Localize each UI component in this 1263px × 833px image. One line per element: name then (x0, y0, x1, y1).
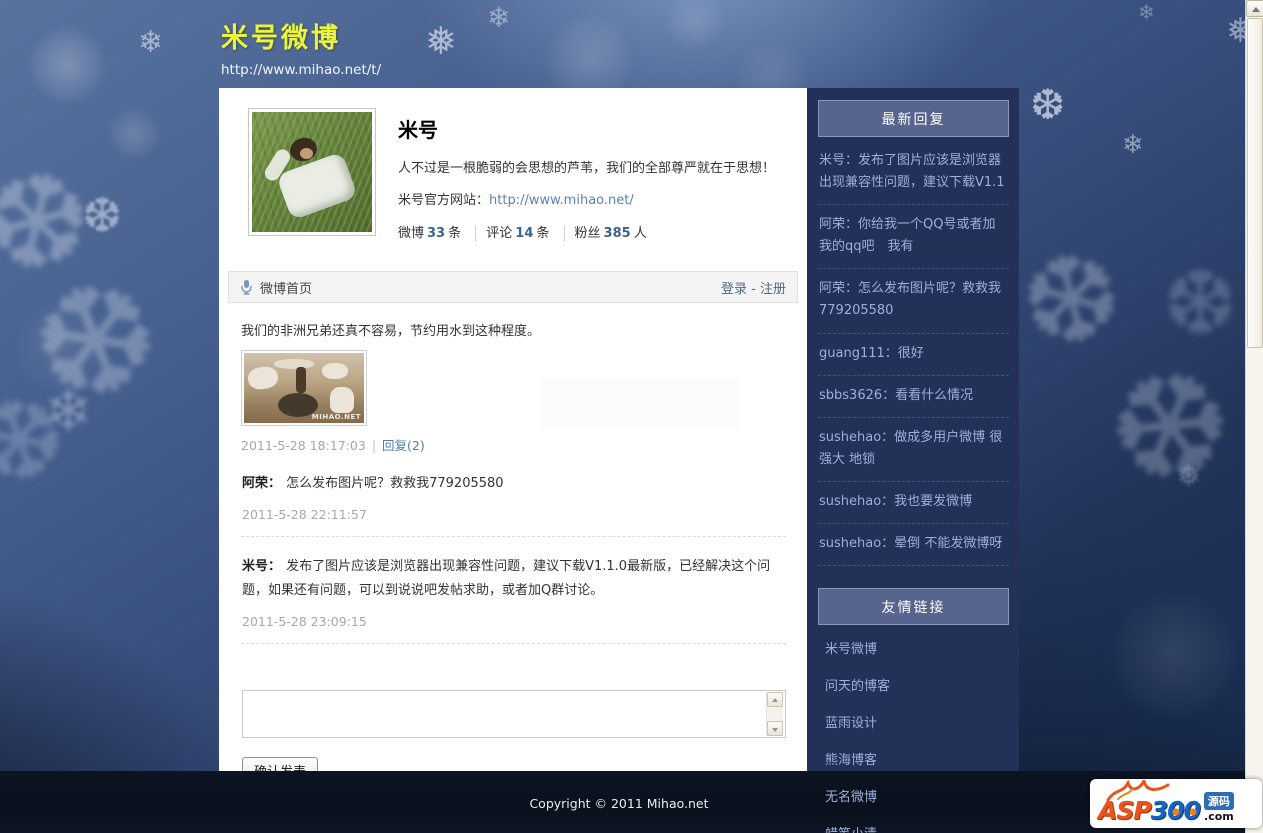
comment-author: 米号： (242, 558, 282, 574)
footer: Copyright © 2011 Mihao.net (0, 771, 1263, 833)
reply-link[interactable]: 回复(2) (382, 438, 425, 453)
main-panel: 米号 人不过是一根脆弱的会思想的芦苇，我们的全部尊严就在于思想！ 米号官方网站：… (219, 88, 807, 771)
thumb-detail (246, 365, 280, 392)
friend-links-header: 友情链接 (818, 588, 1009, 626)
friend-link[interactable]: 无名微博 (818, 777, 1009, 814)
asp300-dotcom: .com (1204, 810, 1234, 823)
friend-link[interactable]: 蓝雨设计 (818, 703, 1009, 740)
reply-item[interactable]: guang111：很好 (818, 334, 1009, 376)
stat-item: 粉丝 385 人 (563, 226, 657, 241)
register-link[interactable]: 注册 (760, 282, 786, 297)
stat-value: 14 (515, 226, 534, 241)
scrollbar-thumb[interactable] (1247, 18, 1263, 348)
comment-input[interactable] (242, 690, 786, 739)
latest-replies-list: 米号：发布了图片应该是浏览器出现兼容性问题，建议下载V1.1 阿荣：你给我一个Q… (818, 141, 1009, 567)
post-meta: 2011-5-28 18:17:03 | 回复(2) (241, 438, 425, 454)
friend-link[interactable]: 熊海博客 (818, 740, 1009, 777)
site-label: 米号官方网站： (398, 193, 490, 208)
avatar (248, 108, 376, 236)
profile-site-line: 米号官方网站：http://www.mihao.net/ (398, 189, 775, 208)
thumb-detail (296, 367, 306, 394)
post-thumbnail[interactable]: MIHAO.NET (241, 350, 367, 427)
comment-item: 米号： 发布了图片应该是浏览器出现兼容性问题，建议下载V1.1.0最新版，已经解… (241, 537, 786, 645)
profile-card: 米号 人不过是一根脆弱的会思想的芦苇，我们的全部尊严就在于思想！ 米号官方网站：… (219, 88, 807, 271)
stat-value: 385 (603, 226, 631, 241)
snowflake-icon (1138, 2, 1155, 22)
reply-item[interactable]: 阿荣：怎么发布图片呢？救救我779205580 (818, 269, 1009, 334)
friend-link[interactable]: 问天的博客 (818, 666, 1009, 703)
profile-name: 米号 (398, 118, 438, 142)
stat-item: 微博 33 条 (398, 226, 462, 241)
weibo-toolbar: 微博首页 登录 - 注册 (228, 271, 798, 303)
profile-stats: 微博 33 条 评论 14 条 粉丝 385 人 (398, 222, 775, 241)
auth-separator: - (751, 281, 756, 297)
snowflake-icon (138, 28, 163, 58)
submit-comment-button[interactable]: 确认发表 (242, 757, 319, 771)
login-link[interactable]: 登录 (721, 282, 747, 297)
snowflake-icon (1122, 132, 1144, 158)
friend-link[interactable]: 米号微博 (818, 629, 1009, 666)
comment-author: 阿荣： (242, 476, 282, 492)
site-header: 米号微博 http://www.mihao.net/t/ (219, 0, 1019, 88)
friend-links-list: 米号微博 问天的博客 蓝雨设计 熊海博客 无名微博 蜡笔小清 (818, 629, 1009, 833)
weibo-home-link[interactable]: 微博首页 (260, 278, 312, 297)
post-thumbnail-image: MIHAO.NET (244, 353, 364, 424)
reply-item[interactable]: sushehao：我也要发微博 (818, 482, 1009, 525)
comment-composer: 确认发表 (241, 644, 786, 771)
reply-item[interactable]: sushehao：晕倒 不能发微博呀 (818, 524, 1009, 567)
latest-replies-header: 最新回复 (818, 100, 1009, 137)
image-watermark: MIHAO.NET (311, 413, 361, 422)
thumb-detail (322, 363, 348, 380)
reply-item[interactable]: 阿荣：你给我一个QQ号或者加我的qq吧 我有 (818, 205, 1009, 270)
feed: 我们的非洲兄弟还真不容易，节约用水到这种程度。 MIHAO.NET 2011-5… (219, 303, 807, 771)
site-title: 米号微博 (221, 23, 341, 54)
bokeh-circle (1110, 590, 1240, 720)
browser-scrollbar[interactable] (1245, 0, 1263, 833)
stat-value: 33 (427, 226, 446, 241)
comment-text: 发布了图片应该是浏览器出现兼容性问题，建议下载V1.1.0最新版，已经解决这个问… (242, 558, 771, 599)
microphone-icon (241, 279, 252, 295)
asp300-watermark: ASP300 源码 .com (1090, 779, 1262, 828)
friend-link[interactable]: 蜡笔小清 (818, 814, 1009, 833)
avatar-image (252, 112, 372, 232)
scrollbar-up-icon[interactable] (1246, 0, 1263, 17)
post-text: 我们的非洲兄弟还真不容易，节约用水到这种程度。 (241, 324, 541, 339)
avatar-detail (300, 148, 313, 159)
sidebar: 最新回复 米号：发布了图片应该是浏览器出现兼容性问题，建议下载V1.1 阿荣：你… (807, 88, 1019, 833)
comment-text: 怎么发布图片呢？救救我779205580 (286, 476, 504, 492)
copyright-text: Copyright © 2011 Mihao.net (529, 796, 709, 811)
comment-item: 阿荣： 怎么发布图片呢？救救我779205580 2011-5-28 22:11… (241, 454, 786, 537)
reply-item[interactable]: sbbs3626：看看什么情况 (818, 376, 1009, 418)
comment-time: 2011-5-28 22:11:57 (242, 506, 367, 522)
textarea-scrollbar[interactable] (766, 692, 783, 737)
stat-item: 评论 14 条 (475, 226, 560, 241)
watermark-ghost (540, 378, 740, 428)
site-url: http://www.mihao.net/t/ (221, 62, 382, 78)
reply-item[interactable]: sushehao：做成多用户微博 很强大 地锁 (818, 418, 1009, 482)
scroll-down-icon[interactable] (767, 721, 783, 737)
page-wrapper: 米号微博 http://www.mihao.net/t/ 米号 人不过是一根脆弱… (219, 0, 1019, 833)
bokeh-circle (108, 108, 160, 160)
scroll-up-icon[interactable] (767, 692, 783, 708)
bokeh-circle (28, 26, 106, 104)
frost-branch (1009, 232, 1136, 373)
comment-list: 阿荣： 怎么发布图片呢？救救我779205580 2011-5-28 22:11… (241, 454, 786, 645)
snowflake-icon (1030, 84, 1065, 126)
official-site-link[interactable]: http://www.mihao.net/ (489, 193, 634, 208)
auth-links: 登录 - 注册 (721, 278, 786, 297)
comment-time: 2011-5-28 23:09:15 (242, 614, 367, 630)
reply-item[interactable]: 米号：发布了图片应该是浏览器出现兼容性问题，建议下载V1.1 (818, 141, 1009, 206)
profile-bio: 人不过是一根脆弱的会思想的芦苇，我们的全部尊严就在于思想！ (398, 161, 776, 176)
thumb-detail (330, 387, 354, 414)
asp300-tag: 源码 (1203, 792, 1234, 810)
thumb-detail (274, 359, 314, 370)
frost-branch (1084, 338, 1254, 520)
post-time: 2011-5-28 18:17:03 (241, 438, 366, 454)
